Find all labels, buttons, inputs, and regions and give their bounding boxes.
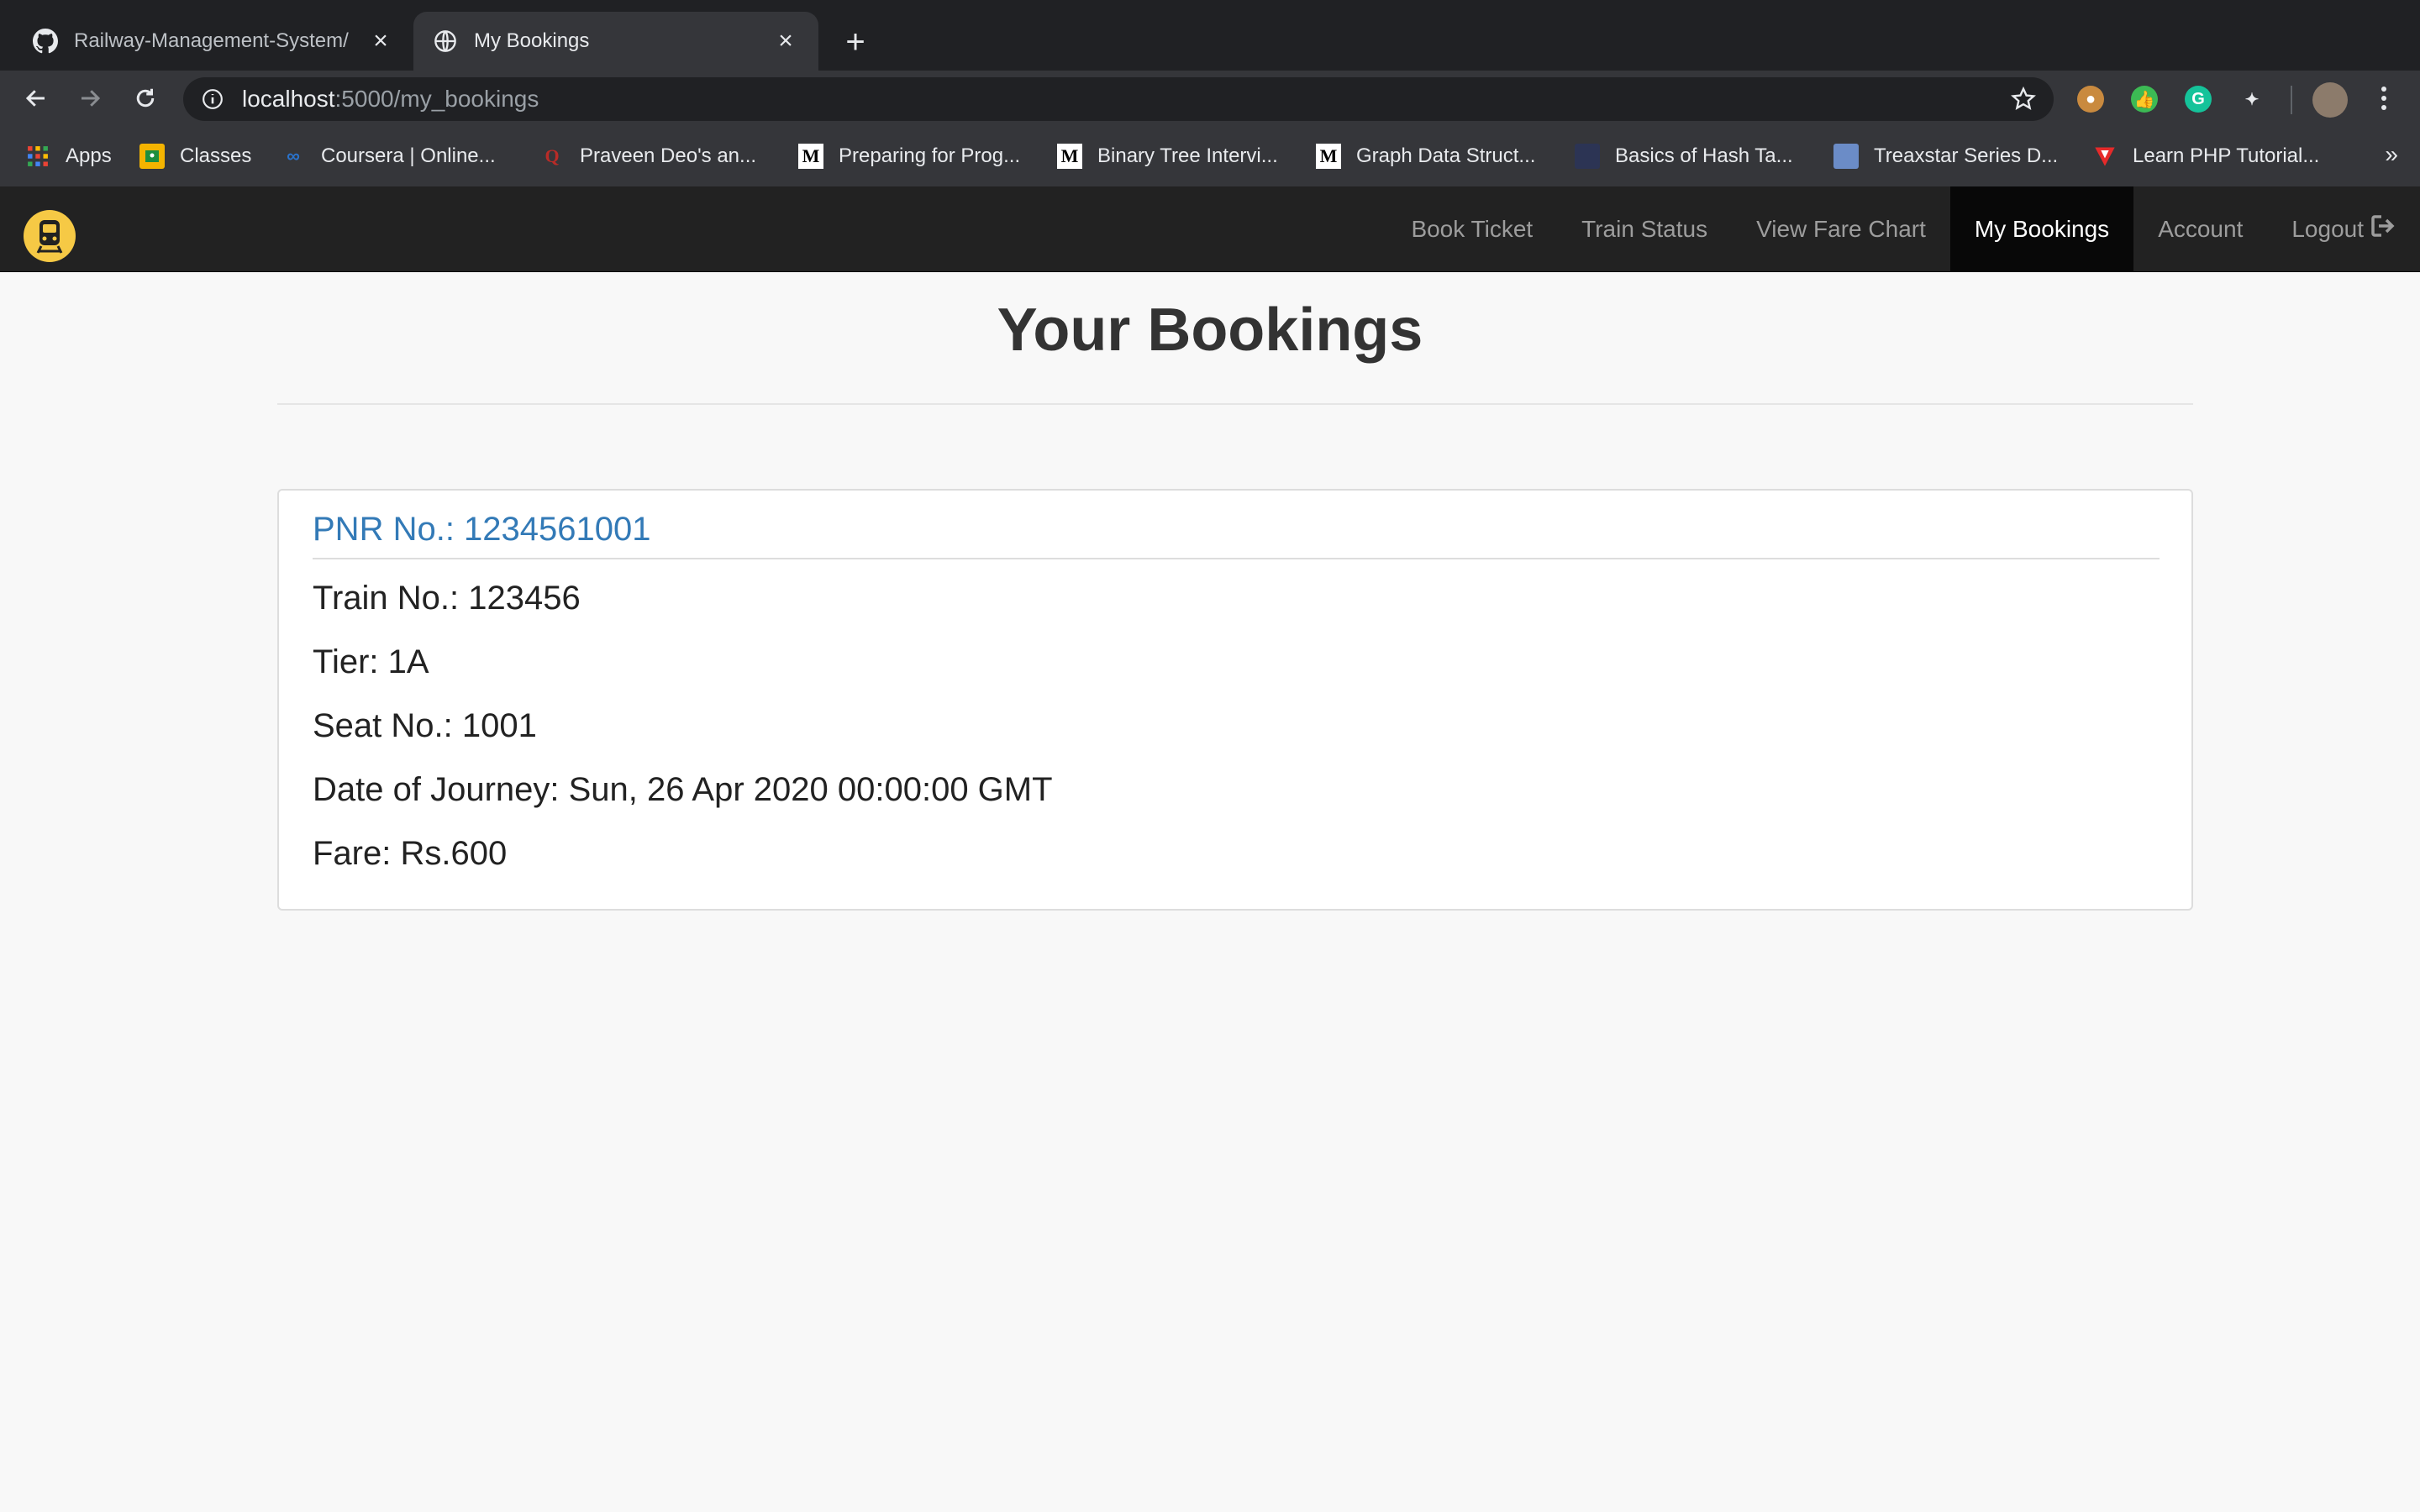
grammarly-icon[interactable]: G [2185,86,2212,113]
profile-avatar[interactable] [2312,82,2348,118]
kebab-menu-icon[interactable] [2365,79,2403,118]
browser-toolbar: localhost:5000/my_bookings ● 👍 G ✦ [0,71,2420,126]
globe-icon [432,28,459,55]
bookmark-label: Preparing for Prog... [839,144,1021,167]
close-tab-icon[interactable]: × [771,27,800,55]
browser-tab-strip: Railway-Management-System/ × My Bookings… [0,0,2420,71]
gnome-extension-icon[interactable]: ✦ [2238,86,2265,113]
tab-title: Railway-Management-System/ [74,29,349,52]
logout-icon [2370,214,2396,244]
bookmark-label: Praveen Deo's an... [580,144,757,167]
bookmark-hackerearth[interactable]: Basics of Hash Ta... [1575,141,1793,171]
bookmark-star-icon[interactable] [2010,86,2037,113]
logout-label: Logout [2291,215,2364,242]
card-divider [313,558,2160,559]
bookmark-medium-1[interactable]: M Preparing for Prog... [798,141,1020,171]
address-bar[interactable]: localhost:5000/my_bookings [183,77,2054,121]
tier: Tier: 1A [313,643,429,680]
medium-icon: M [1316,144,1341,169]
github-icon [32,28,59,55]
nav-account[interactable]: Account [2133,186,2267,271]
nav-links: Book Ticket Train Status View Fare Chart… [1386,186,2420,271]
bookmark-label: Graph Data Struct... [1356,144,1536,167]
vivaldi-icon [2092,144,2118,169]
url-text: localhost:5000/my_bookings [242,86,539,113]
new-tab-button[interactable]: + [839,22,872,62]
bookmark-label: Treaxstar Series D... [1874,144,2059,167]
booking-card: PNR No.: 1234561001 Train No.: 123456 Ti… [277,489,2193,911]
bookmark-coursera[interactable]: ∞ Coursera | Online... [281,141,496,171]
medium-icon: M [798,144,823,169]
date-of-journey: Date of Journey: Sun, 26 Apr 2020 00:00:… [313,771,1053,808]
more-bookmarks-chevron-icon[interactable]: » [2385,141,2398,168]
reload-icon[interactable] [126,79,165,118]
forward-arrow-icon[interactable] [71,79,109,118]
medium-icon: M [1057,144,1082,169]
nav-my-bookings[interactable]: My Bookings [1949,186,2134,271]
bookmarks-bar: Apps Classes ∞ Coursera | Online... Q Pr… [0,126,2420,187]
seat-number: Seat No.: 1001 [313,707,537,744]
apps-grid-icon [25,144,50,169]
bookmark-label: Classes [180,144,252,167]
bookmark-label: Apps [66,144,112,167]
nav-view-fare-chart[interactable]: View Fare Chart [1732,186,1950,271]
page-title: Your Bookings [997,297,1423,364]
nav-book-ticket[interactable]: Book Ticket [1386,186,1557,271]
pnr-number: PNR No.: 1234561001 [313,511,651,548]
bookmark-treaxstar[interactable]: Treaxstar Series D... [1833,141,2058,171]
bookmark-apps[interactable]: Apps [25,141,112,171]
bookmark-medium-3[interactable]: M Graph Data Struct... [1316,141,1535,171]
close-tab-icon[interactable]: × [366,27,395,55]
browser-tab-active[interactable]: My Bookings × [413,12,818,71]
bookmark-image-icon [1833,144,1859,169]
bookmark-label: Binary Tree Intervi... [1097,144,1278,167]
info-icon[interactable] [200,87,225,112]
train-logo-icon[interactable] [24,210,76,262]
url-path: :5000/my_bookings [334,86,539,112]
bookmark-php[interactable]: Learn PHP Tutorial... [2092,141,2319,171]
url-host: localhost [242,86,335,112]
bookmark-medium-2[interactable]: M Binary Tree Intervi... [1057,141,1278,171]
nav-train-status[interactable]: Train Status [1557,186,1732,271]
cookie-extension-icon[interactable]: ● [2077,86,2104,113]
thumbs-up-extension-icon[interactable]: 👍 [2131,86,2158,113]
bookmark-label: Basics of Hash Ta... [1615,144,1793,167]
classroom-icon [139,144,165,169]
bookmark-label: Learn PHP Tutorial... [2133,144,2320,167]
bookmark-label: Coursera | Online... [321,144,496,167]
bookmark-classes[interactable]: Classes [139,141,251,171]
browser-tab[interactable]: Railway-Management-System/ × [15,12,412,71]
back-arrow-icon[interactable] [17,79,55,118]
tab-title: My Bookings [474,29,590,52]
train-number: Train No.: 123456 [313,580,581,617]
title-divider [277,403,2193,405]
app-navbar: Book Ticket Train Status View Fare Chart… [0,186,2420,272]
nav-logout[interactable]: Logout [2267,186,2420,271]
fare: Fare: Rs.600 [313,835,508,872]
coursera-icon: ∞ [287,145,300,166]
bookmark-quora[interactable]: Q Praveen Deo's an... [539,141,756,171]
quora-icon: Q [544,145,560,166]
hackerearth-icon [1575,144,1600,169]
toolbar-divider [2291,86,2292,114]
